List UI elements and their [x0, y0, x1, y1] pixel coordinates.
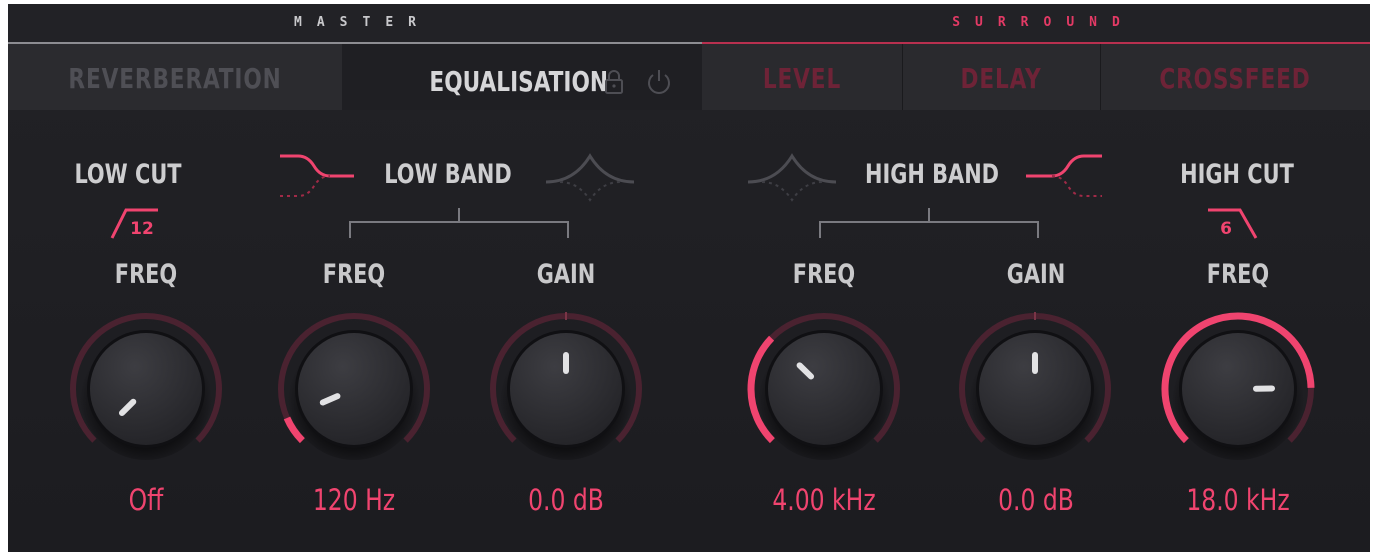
high-cut-slope-label: 6	[1220, 219, 1232, 239]
knob-graphic	[747, 313, 900, 460]
low-cut-freq-label: FREQ	[114, 259, 178, 290]
lock-icon[interactable]	[604, 69, 624, 99]
knob-body	[768, 333, 880, 445]
high-band-title: HIGH BAND	[864, 159, 1000, 190]
tab-level[interactable]: LEVEL	[716, 44, 888, 110]
knob-graphic	[959, 312, 1111, 460]
low-cut-slope-icon[interactable]: 12	[106, 204, 172, 248]
low-band-gain-value[interactable]: 0.0 dB	[485, 482, 647, 518]
low-band-freq-value[interactable]: 120 Hz	[273, 482, 435, 518]
low-shelf-curve-icon[interactable]	[278, 152, 358, 206]
high-cut-freq-value[interactable]: 18.0 kHz	[1157, 482, 1319, 518]
knob-graphic	[70, 313, 222, 460]
knob-body	[90, 333, 202, 445]
knob-graphic	[490, 312, 642, 460]
high-band-gain-value[interactable]: 0.0 dB	[955, 482, 1117, 518]
high-bell-curve-icon[interactable]	[746, 152, 838, 206]
knob-body	[298, 333, 410, 445]
high-band-bracket	[814, 204, 1044, 244]
surround-section-title: SURROUND	[952, 15, 1135, 30]
low-band-gain-knob[interactable]	[481, 304, 651, 474]
master-section-title: MASTER	[294, 15, 431, 30]
knob-graphic	[1161, 312, 1315, 460]
low-cut-slope-label: 12	[130, 219, 154, 239]
tab-delay[interactable]: DELAY	[916, 44, 1086, 110]
low-band-freq-label: FREQ	[322, 259, 386, 290]
low-cut-freq-knob[interactable]	[61, 304, 231, 474]
knob-body	[1182, 333, 1294, 445]
high-cut-slope-icon[interactable]: 6	[1206, 204, 1272, 248]
tab-crossfeed[interactable]: CROSSFEED	[1119, 44, 1351, 110]
high-band-freq-value[interactable]: 4.00 kHz	[743, 482, 905, 518]
high-band-gain-label: GAIN	[1006, 259, 1066, 290]
low-band-bracket	[344, 204, 574, 244]
high-shelf-curve-icon[interactable]	[1024, 152, 1104, 206]
tab-reverberation[interactable]: REVERBERATION	[31, 44, 318, 110]
tab-divider	[902, 44, 903, 110]
knob-graphic	[278, 313, 430, 460]
low-cut-title: LOW CUT	[74, 159, 182, 190]
tab-equalisation[interactable]: EQUALISATION	[427, 64, 608, 100]
low-bell-curve-icon[interactable]	[544, 152, 636, 206]
low-band-gain-label: GAIN	[536, 259, 596, 290]
knob-body	[979, 333, 1091, 445]
high-band-gain-knob[interactable]	[950, 304, 1120, 474]
power-icon[interactable]	[644, 66, 674, 100]
tab-divider	[1100, 44, 1101, 110]
high-cut-freq-knob[interactable]	[1153, 304, 1323, 474]
low-cut-freq-value[interactable]: Off	[65, 482, 227, 518]
high-cut-title: HIGH CUT	[1180, 159, 1294, 190]
high-cut-freq-label: FREQ	[1206, 259, 1270, 290]
eq-plugin-panel: MASTER SURROUND REVERBERATION EQUALISATI…	[8, 4, 1370, 552]
low-band-freq-knob[interactable]	[269, 304, 439, 474]
knob-body	[510, 333, 622, 445]
high-band-freq-knob[interactable]	[739, 304, 909, 474]
low-band-title: LOW BAND	[384, 159, 512, 190]
high-band-freq-label: FREQ	[792, 259, 856, 290]
